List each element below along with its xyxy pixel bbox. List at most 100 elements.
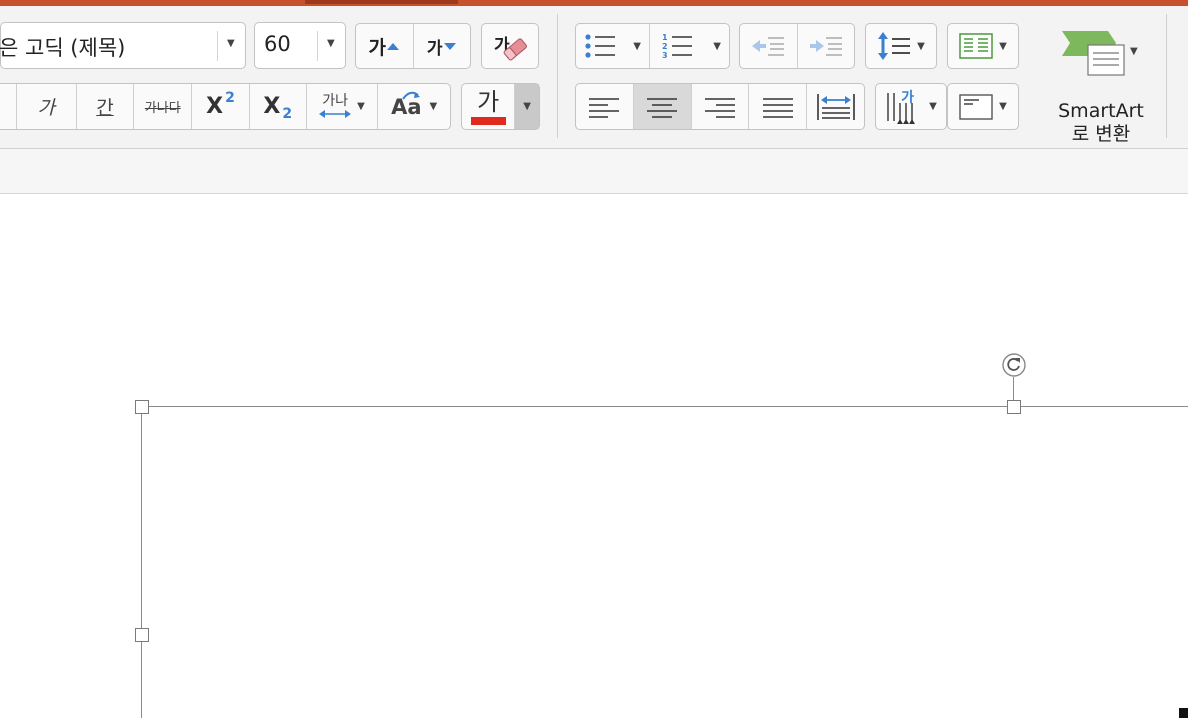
change-case-icon: Aa — [391, 91, 422, 119]
chevron-down-icon: ▼ — [1130, 46, 1138, 57]
text-direction-icon: 가 — [885, 89, 925, 125]
shrink-font-button[interactable]: 가 — [414, 24, 471, 68]
grow-font-button[interactable]: 가 — [356, 24, 414, 68]
resize-handle-top-middle[interactable] — [1007, 400, 1021, 414]
eraser-icon — [503, 38, 527, 61]
align-center-button[interactable] — [633, 84, 692, 129]
slide-canvas[interactable] — [0, 194, 1188, 718]
decrease-indent-button[interactable] — [740, 24, 798, 68]
bold-button-partial[interactable] — [0, 84, 17, 129]
chevron-down-icon[interactable]: ▼ — [357, 101, 365, 112]
curved-arrow-icon — [402, 91, 421, 100]
list-group: ▼ 1 2 3 ▼ — [575, 23, 730, 69]
chevron-down-icon: ▼ — [929, 101, 937, 112]
ribbon: 은 고딕 (제목) ▼ 60 ▼ 가 가 가 가 간 가나다 X 2 X 2 가… — [0, 6, 1188, 149]
line-spacing-group: ▼ — [865, 23, 937, 69]
double-arrow-icon — [319, 110, 352, 118]
superscript-base: X — [206, 94, 224, 119]
chevron-down-icon: ▼ — [633, 40, 641, 52]
change-case-button[interactable]: Aa ▼ — [378, 84, 450, 129]
character-spacing-icon: 가나 — [319, 93, 352, 119]
font-name-combo[interactable]: 은 고딕 (제목) ▼ — [0, 22, 246, 69]
triangle-down-icon — [443, 42, 456, 50]
char-spacing-label: 가나 — [322, 93, 348, 109]
numbering-button[interactable]: 1 2 3 — [650, 24, 706, 68]
selection-border-left — [141, 406, 142, 718]
align-left-button[interactable] — [576, 84, 634, 129]
digit-3: 3 — [662, 50, 668, 60]
alignment-group — [575, 83, 865, 130]
font-name-value[interactable]: 은 고딕 (제목) — [0, 32, 125, 62]
superscript-exp: 2 — [225, 89, 235, 106]
resize-handle-top-left[interactable] — [135, 400, 149, 414]
chevron-down-icon: ▼ — [523, 101, 531, 112]
chevron-down-icon: ▼ — [999, 40, 1007, 52]
triangle-up-icon — [386, 42, 399, 50]
bullets-button[interactable] — [576, 24, 626, 68]
columns-group: ▼ — [947, 23, 1019, 69]
chevron-down-icon: ▼ — [713, 40, 721, 52]
font-color-dropdown[interactable]: ▼ — [515, 84, 539, 129]
smartart-label: SmartArt 로 변환 — [1040, 100, 1162, 146]
align-left-icon — [589, 97, 620, 118]
line-spacing-button[interactable]: ▼ — [866, 24, 936, 68]
columns-button[interactable]: ▼ — [948, 24, 1018, 68]
align-text-icon — [959, 93, 993, 120]
shrink-font-label: 가 — [426, 38, 443, 59]
indent-group — [739, 23, 855, 69]
font-size-combo[interactable]: 60 ▼ — [254, 22, 346, 69]
font-color-label: 가 — [477, 87, 500, 116]
clear-formatting-button[interactable]: 가 — [482, 24, 538, 68]
justify-button[interactable] — [749, 84, 808, 129]
chevron-down-icon[interactable]: ▼ — [430, 101, 438, 112]
align-text-group: ▼ — [947, 83, 1019, 130]
text-cursor — [1179, 708, 1188, 718]
strikethrough-label: 가나다 — [144, 101, 181, 116]
chevron-down-icon: ▼ — [999, 101, 1007, 112]
columns-icon — [959, 33, 993, 59]
numbered-list-icon: 1 2 3 — [662, 33, 693, 60]
justify-icon — [762, 97, 793, 118]
distributed-icon — [816, 93, 855, 120]
rotate-handle-icon[interactable] — [1001, 352, 1027, 378]
underline-button[interactable]: 간 — [77, 84, 135, 129]
align-text-button[interactable]: ▼ — [948, 84, 1018, 129]
smartart-label-line1: SmartArt — [1058, 100, 1144, 122]
divider — [217, 31, 218, 61]
group-separator — [557, 14, 558, 138]
subscript-exp: 2 — [282, 105, 293, 122]
digit-2: 2 — [662, 41, 668, 51]
character-spacing-button[interactable]: 가나 ▼ — [307, 84, 379, 129]
ruler-bar — [0, 149, 1188, 194]
line-spacing-icon — [878, 32, 911, 60]
align-right-button[interactable] — [692, 84, 750, 129]
align-right-icon — [704, 97, 735, 118]
selection-border-top — [141, 406, 1188, 407]
italic-label: 가 — [37, 97, 55, 119]
font-size-step-group: 가 가 — [355, 23, 471, 69]
group-separator — [1166, 14, 1167, 138]
font-color-swatch — [470, 116, 506, 125]
font-size-value[interactable]: 60 — [264, 32, 291, 56]
numbering-dropdown[interactable]: ▼ — [705, 24, 729, 68]
subscript-base: X — [263, 94, 281, 119]
chevron-down-icon[interactable]: ▼ — [327, 38, 335, 49]
italic-button[interactable]: 가 — [17, 84, 77, 129]
text-direction-group: 가 ▼ — [875, 83, 947, 130]
subscript-button[interactable]: X 2 — [250, 84, 307, 129]
increase-indent-button[interactable] — [798, 24, 855, 68]
distributed-button[interactable] — [807, 84, 864, 129]
smartart-label-line2: 로 변환 — [1071, 123, 1131, 145]
text-format-group: 가 간 가나다 X 2 X 2 가나 ▼ Aa ▼ — [0, 83, 451, 130]
underline-label: 간 — [96, 97, 114, 119]
chevron-down-icon: ▼ — [917, 40, 925, 52]
font-color-button[interactable]: 가 — [462, 84, 516, 129]
resize-handle-middle-left[interactable] — [135, 628, 149, 642]
strikethrough-button[interactable]: 가나다 — [134, 84, 193, 129]
align-center-icon — [647, 97, 678, 118]
superscript-button[interactable]: X 2 — [192, 84, 250, 129]
chevron-down-icon[interactable]: ▼ — [227, 38, 235, 49]
text-direction-button[interactable]: 가 ▼ — [876, 84, 946, 129]
outdent-icon — [752, 37, 785, 56]
bullets-dropdown[interactable]: ▼ — [626, 24, 650, 68]
